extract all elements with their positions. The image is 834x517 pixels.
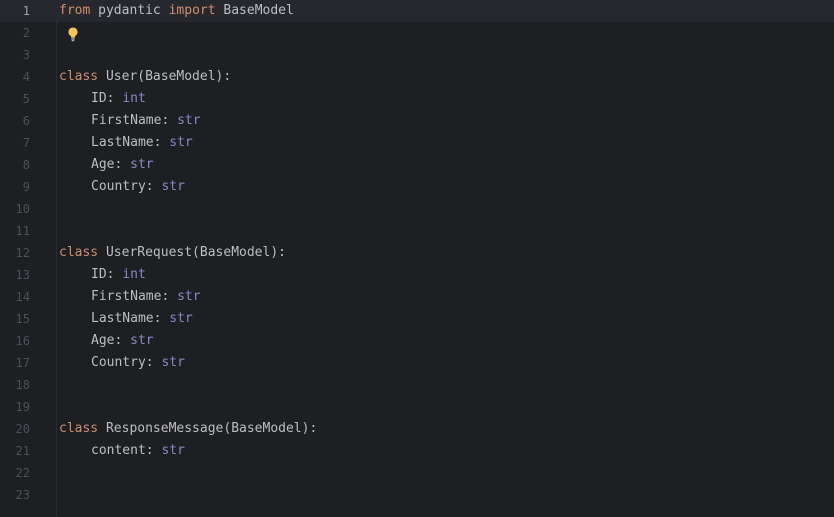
code-line-15[interactable]: 15 LastName: str <box>0 308 834 330</box>
code-line-8[interactable]: 8 Age: str <box>0 154 834 176</box>
line-number: 10 <box>15 202 30 216</box>
line-number: 4 <box>22 70 30 84</box>
line-number: 8 <box>22 158 30 172</box>
code-text[interactable]: FirstName: str <box>59 286 201 308</box>
code-line-14[interactable]: 14 FirstName: str <box>0 286 834 308</box>
code-token: LastName: <box>91 135 170 150</box>
keyword-token: class <box>59 69 99 84</box>
type-token: str <box>177 113 201 128</box>
type-token: str <box>169 311 193 326</box>
line-number: 3 <box>22 48 30 62</box>
code-line-20[interactable]: 20 class ResponseMessage(BaseModel): <box>0 418 834 440</box>
code-text[interactable]: ID: int <box>59 264 146 286</box>
code-text[interactable]: from pydantic import BaseModel <box>59 0 294 22</box>
code-line-1[interactable]: 1 from pydantic import BaseModel <box>0 0 834 22</box>
code-token: LastName: <box>91 311 170 326</box>
line-number: 9 <box>22 180 30 194</box>
type-token: str <box>161 179 185 194</box>
line-number: 22 <box>15 466 30 480</box>
code-line-5[interactable]: 5 ID: int <box>0 88 834 110</box>
code-text[interactable]: Country: str <box>59 176 185 198</box>
code-line-4[interactable]: 4 class User(BaseModel): <box>0 66 834 88</box>
code-text[interactable]: LastName: str <box>59 308 193 330</box>
code-line-6[interactable]: 6 FirstName: str <box>0 110 834 132</box>
code-token: ID: <box>91 267 123 282</box>
type-token: str <box>130 157 154 172</box>
code-line-17[interactable]: 17 Country: str <box>0 352 834 374</box>
code-token: Age: <box>91 333 131 348</box>
code-line-21[interactable]: 21 content: str <box>0 440 834 462</box>
line-number: 20 <box>15 422 30 436</box>
code-text[interactable]: content: str <box>59 440 185 462</box>
code-line-10[interactable]: 10 <box>0 198 834 220</box>
line-number: 21 <box>15 444 30 458</box>
code-text[interactable]: class UserRequest(BaseModel): <box>59 242 286 264</box>
code-text[interactable]: class ResponseMessage(BaseModel): <box>59 418 317 440</box>
code-token: Country: <box>91 179 162 194</box>
line-number: 15 <box>15 312 30 326</box>
code-token: FirstName: <box>91 289 178 304</box>
type-token: str <box>177 289 201 304</box>
line-number: 2 <box>22 26 30 40</box>
code-token: Country: <box>91 355 162 370</box>
code-text[interactable]: Age: str <box>59 154 154 176</box>
code-text[interactable]: FirstName: str <box>59 110 201 132</box>
code-line-22[interactable]: 22 <box>0 462 834 484</box>
code-line-23[interactable]: 23 <box>0 484 834 506</box>
type-token: str <box>130 333 154 348</box>
line-number: 12 <box>15 246 30 260</box>
code-text[interactable]: class User(BaseModel): <box>59 66 231 88</box>
code-line-7[interactable]: 7 LastName: str <box>0 132 834 154</box>
line-number: 11 <box>15 224 30 238</box>
code-token: User(BaseModel): <box>98 69 232 84</box>
code-token: content: <box>91 443 162 458</box>
code-token: ResponseMessage(BaseModel): <box>98 421 318 436</box>
code-text[interactable]: Age: str <box>59 330 154 352</box>
line-number: 13 <box>15 268 30 282</box>
line-number: 1 <box>22 4 30 18</box>
type-token: int <box>122 267 146 282</box>
code-token: ID: <box>91 91 123 106</box>
code-text[interactable]: Country: str <box>59 352 185 374</box>
code-line-9[interactable]: 9 Country: str <box>0 176 834 198</box>
lightbulb-icon[interactable] <box>66 26 80 42</box>
type-token: str <box>161 355 185 370</box>
code-token: Age: <box>91 157 131 172</box>
keyword-token: class <box>59 421 99 436</box>
keyword-token: from <box>59 3 91 18</box>
code-token: BaseModel <box>215 3 294 18</box>
code-token: UserRequest(BaseModel): <box>98 245 286 260</box>
code-token: FirstName: <box>91 113 178 128</box>
type-token: str <box>161 443 185 458</box>
line-number: 17 <box>15 356 30 370</box>
line-number: 7 <box>22 136 30 150</box>
code-editor[interactable]: 1 from pydantic import BaseModel 2 3 4 class … <box>0 0 834 517</box>
line-number: 5 <box>22 92 30 106</box>
code-line-18[interactable]: 18 <box>0 374 834 396</box>
type-token: int <box>122 91 146 106</box>
type-token: str <box>169 135 193 150</box>
code-line-12[interactable]: 12 class UserRequest(BaseModel): <box>0 242 834 264</box>
line-number: 19 <box>15 400 30 414</box>
line-number: 23 <box>15 488 30 502</box>
code-line-13[interactable]: 13 ID: int <box>0 264 834 286</box>
code-text[interactable]: ID: int <box>59 88 146 110</box>
code-line-11[interactable]: 11 <box>0 220 834 242</box>
line-number: 14 <box>15 290 30 304</box>
line-number: 16 <box>15 334 30 348</box>
line-number: 18 <box>15 378 30 392</box>
code-line-2[interactable]: 2 <box>0 22 834 44</box>
keyword-token: import <box>168 3 216 18</box>
code-line-16[interactable]: 16 Age: str <box>0 330 834 352</box>
code-line-19[interactable]: 19 <box>0 396 834 418</box>
code-line-3[interactable]: 3 <box>0 44 834 66</box>
keyword-token: class <box>59 245 99 260</box>
line-number: 6 <box>22 114 30 128</box>
code-text[interactable]: LastName: str <box>59 132 193 154</box>
code-token: pydantic <box>90 3 169 18</box>
